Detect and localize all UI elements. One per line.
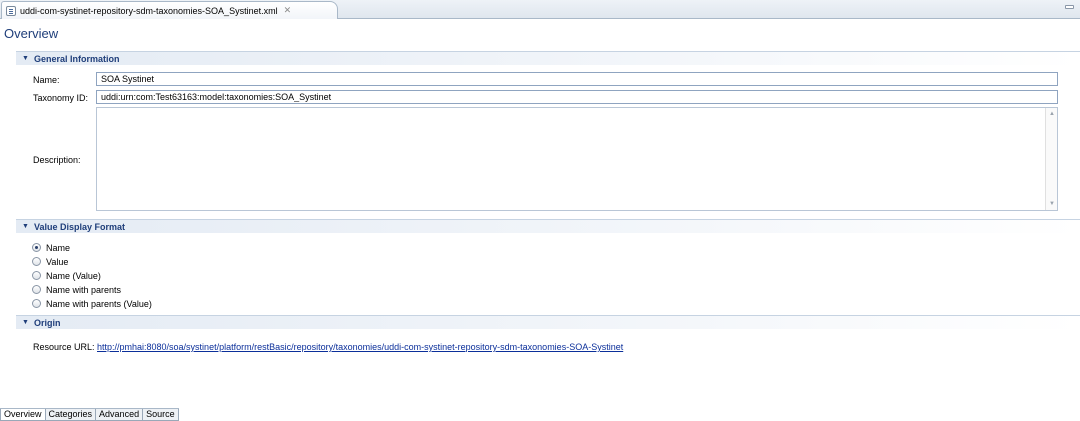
expand-twistie-icon: ▼ [22,223,29,230]
editor-tab-title: uddi-com-systinet-repository-sdm-taxonom… [20,5,278,16]
scroll-up-arrow-icon[interactable]: ▲ [1046,108,1058,120]
tab-overview[interactable]: Overview [0,409,46,421]
tab-advanced[interactable]: Advanced [96,409,144,421]
editor-tab[interactable]: uddi-com-systinet-repository-sdm-taxonom… [1,1,338,19]
scroll-down-arrow-icon[interactable]: ▼ [1046,198,1058,210]
radio-button[interactable] [32,285,41,294]
description-textarea[interactable]: ▲ ▼ [96,107,1058,211]
section-header-origin[interactable]: ▼ Origin [16,315,1080,329]
radio-option-name-with-parents-value[interactable]: Name with parents (Value) [32,298,152,309]
section-title: Origin [33,317,61,328]
editor-tab-bar: uddi-com-systinet-repository-sdm-taxonom… [0,0,1080,19]
resource-url-label: Resource URL: [33,342,95,352]
description-label: Description: [33,155,81,165]
section-title: General Information [33,53,120,64]
xml-file-icon [6,5,16,16]
close-icon[interactable]: ✕ [284,5,292,16]
taxonomy-id-field[interactable] [96,90,1058,104]
minimize-icon[interactable] [1065,5,1074,9]
radio-label: Name [46,242,71,253]
editor-page-tabs: Overview Categories Advanced Source [0,408,179,421]
tab-source[interactable]: Source [143,409,179,421]
expand-twistie-icon: ▼ [22,55,29,62]
description-scrollbar[interactable]: ▲ ▼ [1045,108,1057,210]
radio-option-value[interactable]: Value [32,256,68,267]
radio-label: Name with parents [46,284,122,295]
page-title: Overview [4,26,59,41]
tab-categories[interactable]: Categories [45,409,97,421]
radio-button[interactable] [32,243,41,252]
radio-label: Value [46,256,69,267]
section-title: Value Display Format [33,221,125,232]
radio-label: Name with parents (Value) [46,298,152,309]
section-header-value-display-format[interactable]: ▼ Value Display Format [16,219,1080,233]
radio-option-name-with-parents[interactable]: Name with parents [32,284,121,295]
radio-button[interactable] [32,257,41,266]
expand-twistie-icon: ▼ [22,319,29,326]
radio-button[interactable] [32,271,41,280]
radio-label: Name (Value) [46,270,101,281]
radio-option-name[interactable]: Name [32,242,70,253]
section-header-general-information[interactable]: ▼ General Information [16,51,1080,65]
radio-button[interactable] [32,299,41,308]
name-label: Name: [33,75,60,85]
resource-url-link[interactable]: http://pmhai:8080/soa/systinet/platform/… [97,342,623,352]
taxonomy-id-label: Taxonomy ID: [33,93,89,103]
name-field[interactable] [96,72,1058,86]
radio-option-name-value[interactable]: Name (Value) [32,270,101,281]
